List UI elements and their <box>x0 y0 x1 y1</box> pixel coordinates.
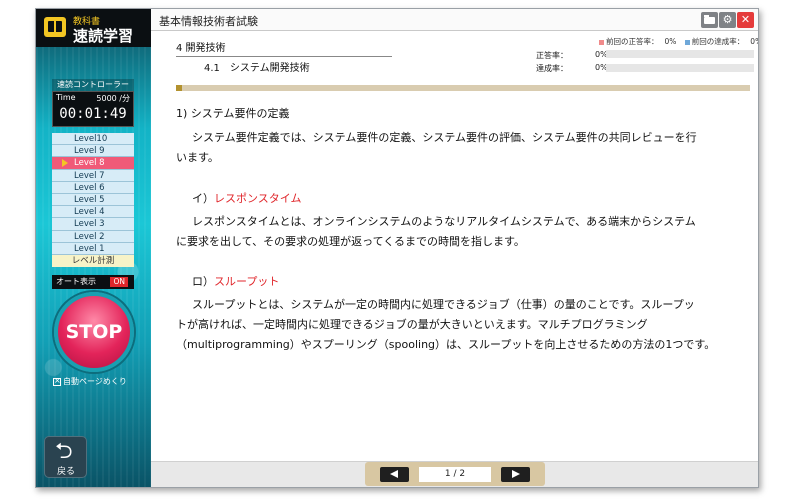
correct-rate-label: 正答率： <box>536 51 568 60</box>
level-item[interactable]: Level 6 <box>52 181 134 194</box>
pager: 1 / 2 <box>365 462 545 486</box>
correct-rate-bar <box>606 50 754 58</box>
achieve-rate-label: 達成率： <box>536 64 568 73</box>
auto-display-label: オート表示 <box>56 277 96 286</box>
auto-display-state: ON <box>110 277 128 287</box>
close-icon: ✕ <box>740 13 751 26</box>
paragraph-line: に要求を出して、その要求の処理が返ってくるまでの時間を指します。 <box>176 235 525 248</box>
prev-page-button[interactable] <box>380 467 409 482</box>
level-item-active[interactable]: Level 8 <box>52 157 134 170</box>
auto-display-toggle[interactable]: オート表示 ON <box>52 275 134 289</box>
app-window: 教科書 速読学習 速読コントローラー Time 5000 /分 00:01:49… <box>35 8 759 488</box>
paragraph-line: スループットとは、システムが一定の時間内に処理できるジョブ（仕事）の量のことです… <box>192 298 695 311</box>
level-item[interactable]: Level10 <box>52 133 134 146</box>
sub-heading-title: レスポンスタイム <box>214 192 302 205</box>
folder-icon <box>704 15 715 24</box>
legend-prev-correct: 前回の正答率： <box>606 37 659 46</box>
sub-heading-response-time: イ）レスポンスタイム <box>192 189 302 209</box>
next-page-button[interactable] <box>501 467 530 482</box>
timer-display: Time 5000 /分 00:01:49 <box>52 91 134 127</box>
paragraph-line: レスポンスタイムとは、オンラインシステムのようなリアルタイムシステムで、ある端末… <box>192 215 696 228</box>
paragraph-line: （multiprogramming）やスプーリング（spooling）は、スルー… <box>176 338 716 351</box>
page-indicator: 1 / 2 <box>419 467 491 482</box>
paragraph-line: トが高ければ、一定時間内に処理できるジョブの量が大きいといえます。マルチプログラ… <box>176 318 648 331</box>
sub-heading-throughput: ロ）スループット <box>192 272 279 292</box>
paragraph-line: います。 <box>176 151 219 164</box>
brand-bar: 教科書 速読学習 <box>36 9 151 47</box>
auto-page-turn-label: 自動ページめくり <box>63 377 127 386</box>
auto-page-turn-option[interactable]: 自動ページめくり <box>53 376 127 387</box>
main-content: 基本情報技術者試験 ⚙ ✕ 4 開発技術 4.1 システム開発技術 前回の正答率… <box>151 9 758 487</box>
section-heading: 1) システム要件の定義 <box>176 107 290 120</box>
close-button[interactable]: ✕ <box>737 12 754 28</box>
level-list: Level10 Level 9 Level 8 Level 7 Level 6 … <box>52 133 134 267</box>
legend-prev-achieve: 前回の達成率： <box>691 37 745 46</box>
speed-controller: 速読コントローラー Time 5000 /分 00:01:49 Level10 … <box>52 79 134 267</box>
brand-title: 速読学習 <box>73 27 134 45</box>
sidebar: 教科書 速読学習 速読コントローラー Time 5000 /分 00:01:49… <box>36 9 151 487</box>
legend-prev-achieve-value: 0% <box>750 37 758 46</box>
title-bar: 基本情報技術者試験 ⚙ ✕ <box>151 9 758 31</box>
stop-button[interactable]: STOP <box>54 292 134 372</box>
reading-speed: 5000 /分 <box>96 94 130 103</box>
content-divider <box>176 85 750 91</box>
level-item[interactable]: Level 9 <box>52 145 134 158</box>
level-item[interactable]: Level 4 <box>52 206 134 219</box>
divider <box>176 56 392 57</box>
level-item[interactable]: Level 3 <box>52 218 134 231</box>
gear-icon: ⚙ <box>722 13 733 26</box>
section-title: 4.1 システム開発技術 <box>204 63 310 74</box>
chapter-title: 4 開発技術 <box>176 43 226 54</box>
checkbox-icon[interactable] <box>53 376 61 386</box>
window-title: 基本情報技術者試験 <box>159 15 258 28</box>
level-item[interactable]: Level 1 <box>52 242 134 255</box>
back-label: 戻る <box>57 467 76 477</box>
time-label: Time <box>56 93 76 102</box>
elapsed-time: 00:01:49 <box>59 106 127 122</box>
sub-heading-title: スループット <box>214 275 280 288</box>
level-item[interactable]: Level 7 <box>52 169 134 182</box>
sub-heading-prefix: ロ） <box>192 275 214 288</box>
folder-button[interactable] <box>701 12 718 28</box>
level-item[interactable]: Level 2 <box>52 230 134 243</box>
book-icon <box>44 17 66 37</box>
level-item[interactable]: Level 5 <box>52 193 134 207</box>
legend-swatch-achieve <box>684 39 690 45</box>
return-arrow-icon: ⮌ <box>55 439 73 464</box>
settings-button[interactable]: ⚙ <box>719 12 736 28</box>
back-button[interactable]: ⮌ 戻る <box>44 436 87 478</box>
controller-title: 速読コントローラー <box>52 79 134 91</box>
paragraph-line: システム要件定義では、システム要件の定義、システム要件の評価、システム要件の共同… <box>192 131 697 144</box>
sub-heading-prefix: イ） <box>192 192 214 205</box>
achieve-rate-bar <box>606 64 754 72</box>
legend-swatch-correct <box>599 39 604 45</box>
legend-prev-correct-value: 0% <box>664 37 677 46</box>
score-legend: 前回の正答率： 0% 前回の達成率： 0% <box>599 36 758 47</box>
level-measure-button[interactable]: レベル計測 <box>52 254 134 267</box>
